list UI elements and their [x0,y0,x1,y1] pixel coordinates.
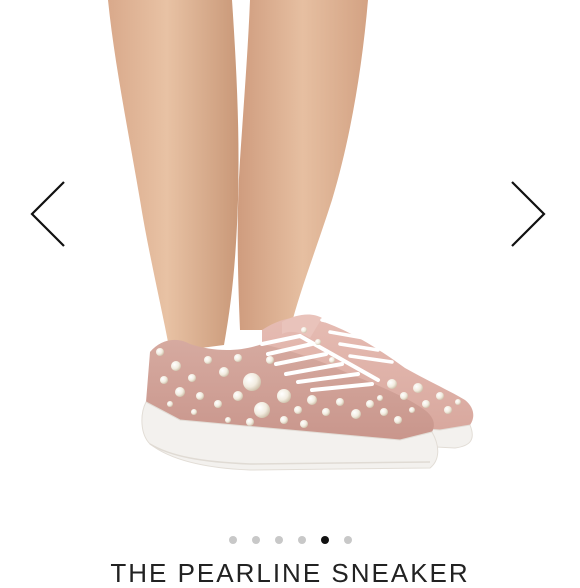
carousel-dot-active[interactable] [320,536,329,544]
carousel-dot[interactable] [274,536,283,544]
chevron-right-icon[interactable] [508,178,548,250]
carousel-dot[interactable] [251,536,260,544]
carousel-dot[interactable] [343,536,352,544]
product-title: THE PEARLINE SNEAKER [110,558,470,588]
product-image-carousel [0,0,580,530]
product-image [108,0,474,471]
carousel-dots [0,536,580,546]
carousel-dot[interactable] [228,536,237,544]
chevron-left-icon[interactable] [28,178,68,250]
carousel-dot[interactable] [297,536,306,544]
